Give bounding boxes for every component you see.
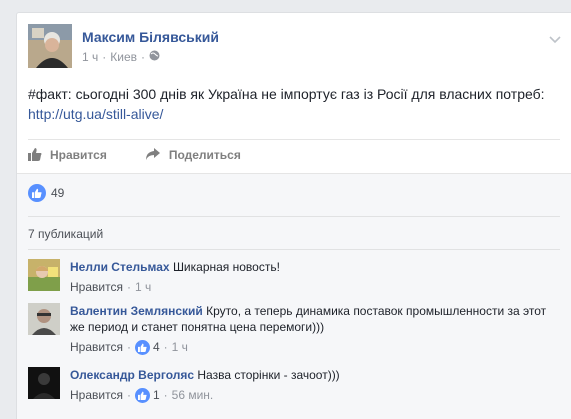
share-icon [145, 147, 161, 164]
comment-body: Олександр Верголяс Назва сторінки - зачо… [70, 367, 560, 403]
comment-meta: Нравится · 1 ч [70, 279, 152, 295]
reaction-count: 4 [152, 340, 160, 354]
divider [28, 249, 560, 250]
reaction-count: 1 [152, 388, 160, 402]
comment-reactions[interactable]: 4 [134, 339, 160, 355]
comment-text: Шикарная новость! [172, 260, 280, 274]
commenter-avatar[interactable] [28, 303, 60, 335]
divider [28, 216, 560, 217]
post-time[interactable]: 1 ч [82, 50, 98, 64]
comment-time[interactable]: 1 ч [172, 339, 188, 355]
post-meta: 1 ч · Киев · [82, 50, 160, 64]
comment-like-button[interactable]: Нравится [70, 279, 123, 295]
commenter-name[interactable]: Валентин Землянский [70, 304, 203, 318]
like-reaction-icon [134, 339, 150, 355]
post-link[interactable]: http://utg.ua/still-alive/ [28, 106, 163, 122]
commenter-avatar[interactable] [28, 367, 60, 399]
comment-meta: Нравится · 1 · 56 мин. [70, 387, 214, 403]
comment-text: Назва сторінки - зачоот))) [197, 368, 340, 382]
post-actions: Нравится Поделиться [28, 146, 241, 164]
likes-count: 49 [51, 186, 65, 200]
comment-like-button[interactable]: Нравится [70, 339, 123, 355]
comment-body: Нелли Стельмах Шикарная новость! Нравитс… [70, 259, 560, 295]
author-name[interactable]: Максим Білявський [82, 29, 219, 45]
comment-reactions[interactable]: 1 [134, 387, 160, 403]
comment-like-button[interactable]: Нравится [70, 387, 123, 403]
post-card: Максим Білявський 1 ч · Киев · #факт: сь… [16, 12, 571, 419]
share-button[interactable]: Поделиться [145, 146, 241, 164]
likes-summary[interactable]: 49 [28, 184, 64, 202]
comment-time[interactable]: 1 ч [135, 279, 151, 295]
like-reaction-icon [28, 184, 46, 202]
divider [28, 139, 560, 140]
commenter-avatar[interactable] [28, 259, 60, 291]
shares-count[interactable]: 7 публикаций [28, 227, 103, 241]
like-reaction-icon [134, 387, 150, 403]
commenter-name[interactable]: Нелли Стельмах [70, 260, 170, 274]
post-location[interactable]: Киев [110, 50, 137, 64]
globe-icon[interactable] [149, 50, 160, 64]
post-text: #факт: сьогодні 300 днів як Україна не і… [28, 84, 558, 124]
comment-meta: Нравится · 4 · 1 ч [70, 339, 188, 355]
post-body: #факт: сьогодні 300 днів як Україна не і… [28, 86, 545, 102]
chevron-down-icon[interactable] [549, 31, 561, 49]
comment-body: Валентин Землянский Круто, а теперь дина… [70, 303, 560, 355]
commenter-name[interactable]: Олександр Верголяс [70, 368, 194, 382]
like-label: Нравится [50, 148, 107, 162]
comment-time[interactable]: 56 мин. [172, 387, 214, 403]
thumbs-up-icon [28, 147, 42, 164]
share-label: Поделиться [168, 148, 241, 162]
author-avatar[interactable] [28, 24, 72, 68]
like-button[interactable]: Нравится [28, 146, 107, 164]
